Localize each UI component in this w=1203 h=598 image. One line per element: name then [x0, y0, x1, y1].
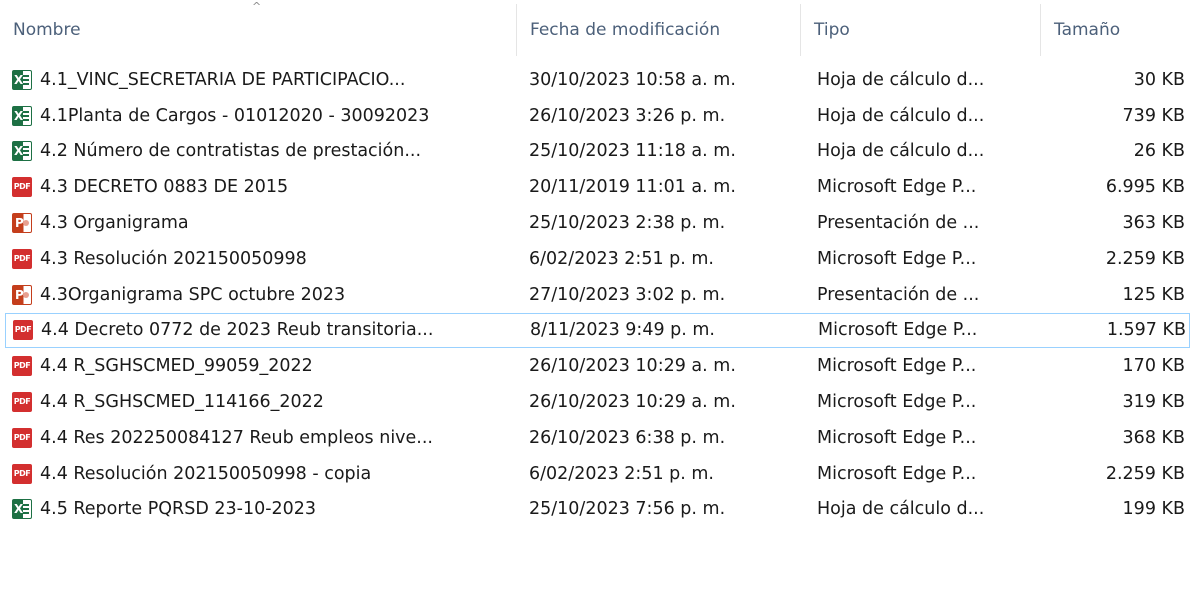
file-size: 6.995 KB	[1105, 177, 1185, 198]
file-size: 30 KB	[1133, 69, 1185, 90]
file-type: Microsoft Edge P...	[817, 177, 977, 198]
file-type: Microsoft Edge P...	[817, 248, 977, 269]
file-type: Hoja de cálculo d...	[817, 69, 985, 90]
file-type: Presentación de ...	[817, 284, 980, 305]
file-name: 4.3 Organigrama	[40, 213, 189, 234]
file-name-cell[interactable]: 4.4 Decreto 0772 de 2023 Reub transitori…	[13, 314, 513, 348]
file-name-cell[interactable]: 4.4 R_SGHSCMED_99059_2022	[12, 348, 512, 384]
powerpoint-icon	[12, 284, 32, 305]
sort-ascending-icon: ^	[252, 0, 262, 13]
column-header-type[interactable]: Tipo	[801, 0, 1040, 60]
file-name-cell[interactable]: 4.1_VINC_SECRETARIA DE PARTICIPACIO...	[12, 62, 512, 98]
pdf-icon	[12, 177, 32, 198]
file-list: 4.1_VINC_SECRETARIA DE PARTICIPACIO... 30…	[0, 62, 1203, 527]
file-date-modified: 25/10/2023 7:56 p. m.	[529, 499, 726, 520]
file-size: 739 KB	[1122, 105, 1185, 126]
file-type: Microsoft Edge P...	[817, 427, 977, 448]
file-name: 4.1_VINC_SECRETARIA DE PARTICIPACIO...	[40, 69, 406, 90]
file-date-modified: 26/10/2023 10:29 a. m.	[529, 392, 736, 413]
file-row[interactable]: 4.3 DECRETO 0883 DE 2015 20/11/2019 11:01…	[0, 169, 1203, 205]
pdf-icon	[12, 392, 32, 413]
file-row[interactable]: 4.4 R_SGHSCMED_114166_2022 26/10/2023 10:…	[0, 384, 1203, 420]
file-name: 4.4 Decreto 0772 de 2023 Reub transitori…	[41, 320, 434, 341]
file-name: 4.4 R_SGHSCMED_114166_2022	[40, 392, 324, 413]
file-date-modified: 25/10/2023 11:18 a. m.	[529, 141, 736, 162]
file-row[interactable]: 4.3 Organigrama 25/10/2023 2:38 p. m. Pres…	[0, 205, 1203, 241]
file-row[interactable]: 4.1_VINC_SECRETARIA DE PARTICIPACIO... 30…	[0, 62, 1203, 98]
file-size: 1.597 KB	[1106, 320, 1186, 341]
file-date-modified: 8/11/2023 9:49 p. m.	[530, 320, 715, 341]
file-name-cell[interactable]: 4.2 Número de contratistas de prestación…	[12, 134, 512, 170]
file-type: Hoja de cálculo d...	[817, 141, 985, 162]
file-name-cell[interactable]: 4.3 Resolución 202150050998	[12, 241, 512, 277]
file-type: Microsoft Edge P...	[817, 392, 977, 413]
file-row[interactable]: 4.3 Resolución 202150050998 6/02/2023 2:5…	[0, 241, 1203, 277]
file-row[interactable]: 4.4 Decreto 0772 de 2023 Reub transitori…	[5, 312, 1190, 349]
file-date-modified: 26/10/2023 6:38 p. m.	[529, 427, 726, 448]
file-name: 4.2 Número de contratistas de prestación…	[40, 141, 422, 162]
column-header-bar: Nombre ^ Fecha de modificación Tipo Tama…	[0, 0, 1203, 60]
powerpoint-icon	[12, 213, 32, 234]
excel-icon	[12, 141, 32, 162]
excel-icon	[12, 499, 32, 520]
file-name-cell[interactable]: 4.3 Organigrama	[12, 205, 512, 241]
column-header-date-modified[interactable]: Fecha de modificación	[517, 0, 800, 60]
file-row[interactable]: 4.4 Res 202250084127 Reub empleos nive..…	[0, 420, 1203, 456]
file-row[interactable]: 4.3Organigrama SPC octubre 2023 27/10/202…	[0, 277, 1203, 313]
file-name: 4.4 Res 202250084127 Reub empleos nive..…	[40, 427, 433, 448]
file-date-modified: 20/11/2019 11:01 a. m.	[529, 177, 736, 198]
file-type: Microsoft Edge P...	[817, 356, 977, 377]
file-name-cell[interactable]: 4.4 R_SGHSCMED_114166_2022	[12, 384, 512, 420]
pdf-icon	[12, 463, 32, 484]
file-type: Microsoft Edge P...	[817, 463, 977, 484]
file-name: 4.3 DECRETO 0883 DE 2015	[40, 177, 289, 198]
pdf-icon	[12, 427, 32, 448]
file-name-cell[interactable]: 4.3 DECRETO 0883 DE 2015	[12, 169, 512, 205]
file-size: 170 KB	[1122, 356, 1185, 377]
file-size: 368 KB	[1122, 427, 1185, 448]
pdf-icon	[12, 356, 32, 377]
file-size: 319 KB	[1122, 392, 1185, 413]
file-name: 4.3Organigrama SPC octubre 2023	[40, 284, 346, 305]
file-name-cell[interactable]: 4.1Planta de Cargos - 01012020 - 3009202…	[12, 98, 512, 134]
file-date-modified: 26/10/2023 3:26 p. m.	[529, 105, 726, 126]
file-name: 4.3 Resolución 202150050998	[40, 248, 307, 269]
excel-icon	[12, 69, 32, 90]
file-type: Presentación de ...	[817, 213, 980, 234]
file-name: 4.5 Reporte PQRSD 23-10-2023	[40, 499, 317, 520]
pdf-icon	[12, 248, 32, 269]
file-row[interactable]: 4.5 Reporte PQRSD 23-10-2023 25/10/2023 7…	[0, 492, 1203, 528]
file-size: 2.259 KB	[1105, 248, 1185, 269]
file-name: 4.4 R_SGHSCMED_99059_2022	[40, 356, 313, 377]
file-date-modified: 6/02/2023 2:51 p. m.	[529, 248, 714, 269]
file-row[interactable]: 4.4 Resolución 202150050998 - copia 6/02/…	[0, 456, 1203, 492]
file-size: 363 KB	[1122, 213, 1185, 234]
file-size: 2.259 KB	[1105, 463, 1185, 484]
file-size: 125 KB	[1122, 284, 1185, 305]
file-type: Microsoft Edge P...	[818, 320, 978, 341]
file-date-modified: 25/10/2023 2:38 p. m.	[529, 213, 726, 234]
file-name-cell[interactable]: 4.3Organigrama SPC octubre 2023	[12, 277, 512, 313]
file-type: Hoja de cálculo d...	[817, 105, 985, 126]
file-date-modified: 30/10/2023 10:58 a. m.	[529, 69, 736, 90]
file-name-cell[interactable]: 4.5 Reporte PQRSD 23-10-2023	[12, 492, 512, 528]
file-size: 26 KB	[1133, 141, 1185, 162]
file-name-cell[interactable]: 4.4 Res 202250084127 Reub empleos nive..…	[12, 420, 512, 456]
file-size: 199 KB	[1122, 499, 1185, 520]
file-date-modified: 6/02/2023 2:51 p. m.	[529, 463, 714, 484]
file-name-cell[interactable]: 4.4 Resolución 202150050998 - copia	[12, 456, 512, 492]
file-row[interactable]: 4.4 R_SGHSCMED_99059_2022 26/10/2023 10:2…	[0, 348, 1203, 384]
file-date-modified: 27/10/2023 3:02 p. m.	[529, 284, 726, 305]
pdf-icon	[13, 320, 33, 341]
file-name: 4.4 Resolución 202150050998 - copia	[40, 463, 372, 484]
column-header-size[interactable]: Tamaño	[1041, 0, 1203, 60]
file-row[interactable]: 4.2 Número de contratistas de prestación…	[0, 134, 1203, 170]
file-row[interactable]: 4.1Planta de Cargos - 01012020 - 3009202…	[0, 98, 1203, 134]
file-name: 4.1Planta de Cargos - 01012020 - 3009202…	[40, 105, 430, 126]
file-type: Hoja de cálculo d...	[817, 499, 985, 520]
excel-icon	[12, 105, 32, 126]
file-date-modified: 26/10/2023 10:29 a. m.	[529, 356, 736, 377]
